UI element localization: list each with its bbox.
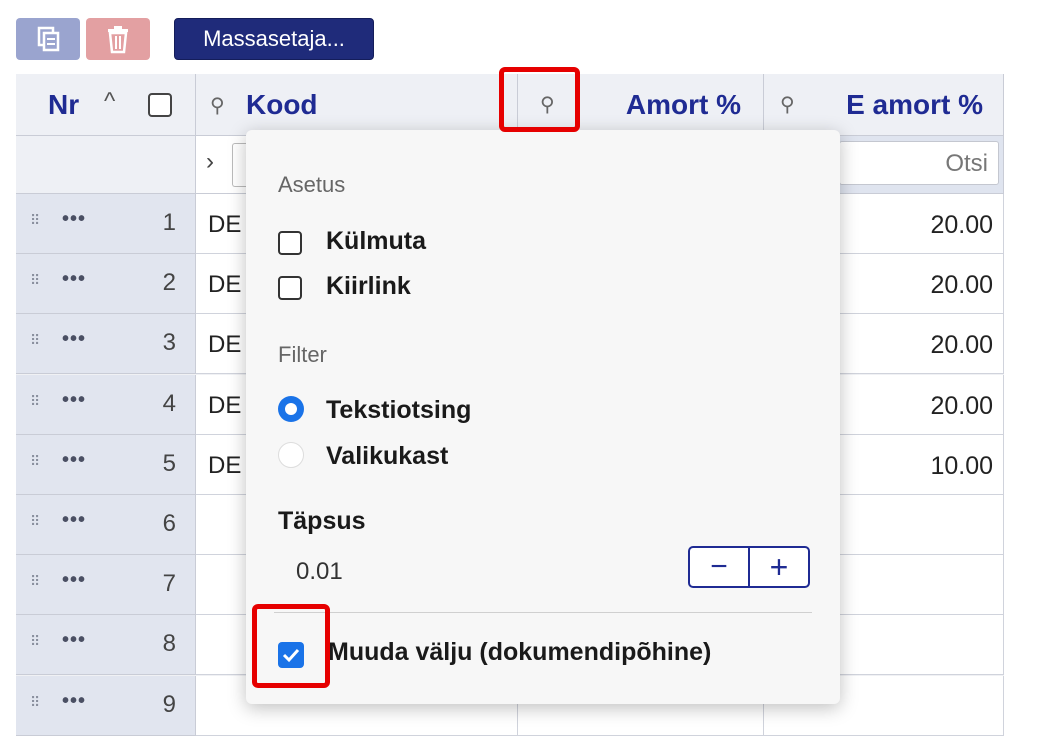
row-handle-cell: ⠿ ••• 6 <box>16 495 196 555</box>
divider <box>274 612 812 613</box>
row-menu-icon[interactable]: ••• <box>62 690 86 713</box>
row-handle-cell: ⠿ ••• 3 <box>16 314 196 374</box>
kood-value: DE <box>208 392 242 419</box>
wrench-icon[interactable]: ⚲ <box>210 93 225 118</box>
row-number: 2 <box>162 269 176 296</box>
row-number: 7 <box>162 570 176 597</box>
header-kood[interactable]: ⚲ Kood <box>196 74 518 136</box>
row-number: 1 <box>162 209 176 236</box>
row-menu-icon[interactable]: ••• <box>62 208 86 231</box>
row-number: 9 <box>162 691 176 718</box>
wrench-icon[interactable]: ⚲ <box>780 92 795 117</box>
row-menu-icon[interactable]: ••• <box>62 268 86 291</box>
header-e-amort[interactable]: ⚲ E amort % <box>764 74 1004 136</box>
row-number: 4 <box>162 390 176 417</box>
copy-button[interactable] <box>16 18 80 60</box>
column-settings-popup: Asetus Külmuta Kiirlink Filter Tekstiots… <box>246 130 840 704</box>
drag-handle-icon[interactable]: ⠿ <box>30 453 40 470</box>
copy-icon <box>37 26 60 52</box>
section-asetus: Asetus <box>278 172 346 197</box>
row-handle-cell: ⠿ ••• 5 <box>16 435 196 495</box>
row-handle-cell: ⠿ ••• 8 <box>16 615 196 675</box>
drag-handle-icon[interactable]: ⠿ <box>30 332 40 349</box>
increment-button[interactable]: + <box>750 548 808 586</box>
drag-handle-icon[interactable]: ⠿ <box>30 573 40 590</box>
header-kood-label: Kood <box>246 88 318 120</box>
row-menu-icon[interactable]: ••• <box>62 569 86 592</box>
valikukast-radio[interactable] <box>278 442 304 468</box>
header-amort-label: Amort % <box>625 88 741 120</box>
row-handle-cell: ⠿ ••• 2 <box>16 254 196 314</box>
row-number: 6 <box>162 510 176 537</box>
delete-button[interactable] <box>86 18 150 60</box>
row-handle-cell: ⠿ ••• 9 <box>16 676 196 736</box>
drag-handle-icon[interactable]: ⠿ <box>30 212 40 229</box>
sort-asc-icon[interactable]: ^ <box>104 88 115 116</box>
header-e-amort-label: E amort % <box>846 88 983 120</box>
row-menu-icon[interactable]: ••• <box>62 629 86 652</box>
header-nr[interactable]: Nr ^ <box>16 74 196 136</box>
valikukast-label[interactable]: Valikukast <box>326 442 448 471</box>
search-placeholder: Otsi <box>945 150 988 177</box>
row-handle-cell: ⠿ ••• 4 <box>16 375 196 435</box>
kood-value: DE <box>208 271 242 298</box>
tapsus-label: Täpsus <box>278 507 366 535</box>
filter-cell-nr <box>16 136 196 194</box>
highlight-checkbox <box>252 604 330 688</box>
drag-handle-icon[interactable]: ⠿ <box>30 633 40 650</box>
kulmuta-label[interactable]: Külmuta <box>326 227 426 256</box>
kood-value: DE <box>208 452 242 479</box>
drag-handle-icon[interactable]: ⠿ <box>30 513 40 530</box>
tekstiotsing-label[interactable]: Tekstiotsing <box>326 396 471 425</box>
row-number: 5 <box>162 450 176 477</box>
section-filter: Filter <box>278 342 327 367</box>
precision-stepper: − + <box>688 546 810 588</box>
chevron-right-icon[interactable]: › <box>206 148 214 176</box>
kiirlink-checkbox[interactable] <box>278 276 302 300</box>
mass-setter-button[interactable]: Massasetaja... <box>174 18 374 60</box>
row-menu-icon[interactable]: ••• <box>62 389 86 412</box>
header-nr-label: Nr <box>48 88 80 120</box>
kulmuta-checkbox[interactable] <box>278 231 302 255</box>
kood-value: DE <box>208 211 242 238</box>
kiirlink-label[interactable]: Kiirlink <box>326 272 411 301</box>
row-number: 8 <box>162 630 176 657</box>
kood-value: DE <box>208 331 242 358</box>
drag-handle-icon[interactable]: ⠿ <box>30 393 40 410</box>
tapsus-value: 0.01 <box>296 558 343 585</box>
highlight-wrench <box>499 67 580 132</box>
row-handle-cell: ⠿ ••• 1 <box>16 194 196 254</box>
decrement-button[interactable]: − <box>690 548 750 586</box>
row-menu-icon[interactable]: ••• <box>62 328 86 351</box>
row-number: 3 <box>162 329 176 356</box>
row-menu-icon[interactable]: ••• <box>62 449 86 472</box>
row-menu-icon[interactable]: ••• <box>62 509 86 532</box>
select-all-checkbox[interactable] <box>148 93 172 117</box>
drag-handle-icon[interactable]: ⠿ <box>30 694 40 711</box>
trash-icon <box>108 26 128 54</box>
drag-handle-icon[interactable]: ⠿ <box>30 272 40 289</box>
row-handle-cell: ⠿ ••• 7 <box>16 555 196 615</box>
search-input[interactable]: Otsi <box>839 141 999 185</box>
tekstiotsing-radio[interactable] <box>278 396 304 422</box>
muuda-label[interactable]: Muuda välju (dokumendipõhine) <box>328 638 711 667</box>
